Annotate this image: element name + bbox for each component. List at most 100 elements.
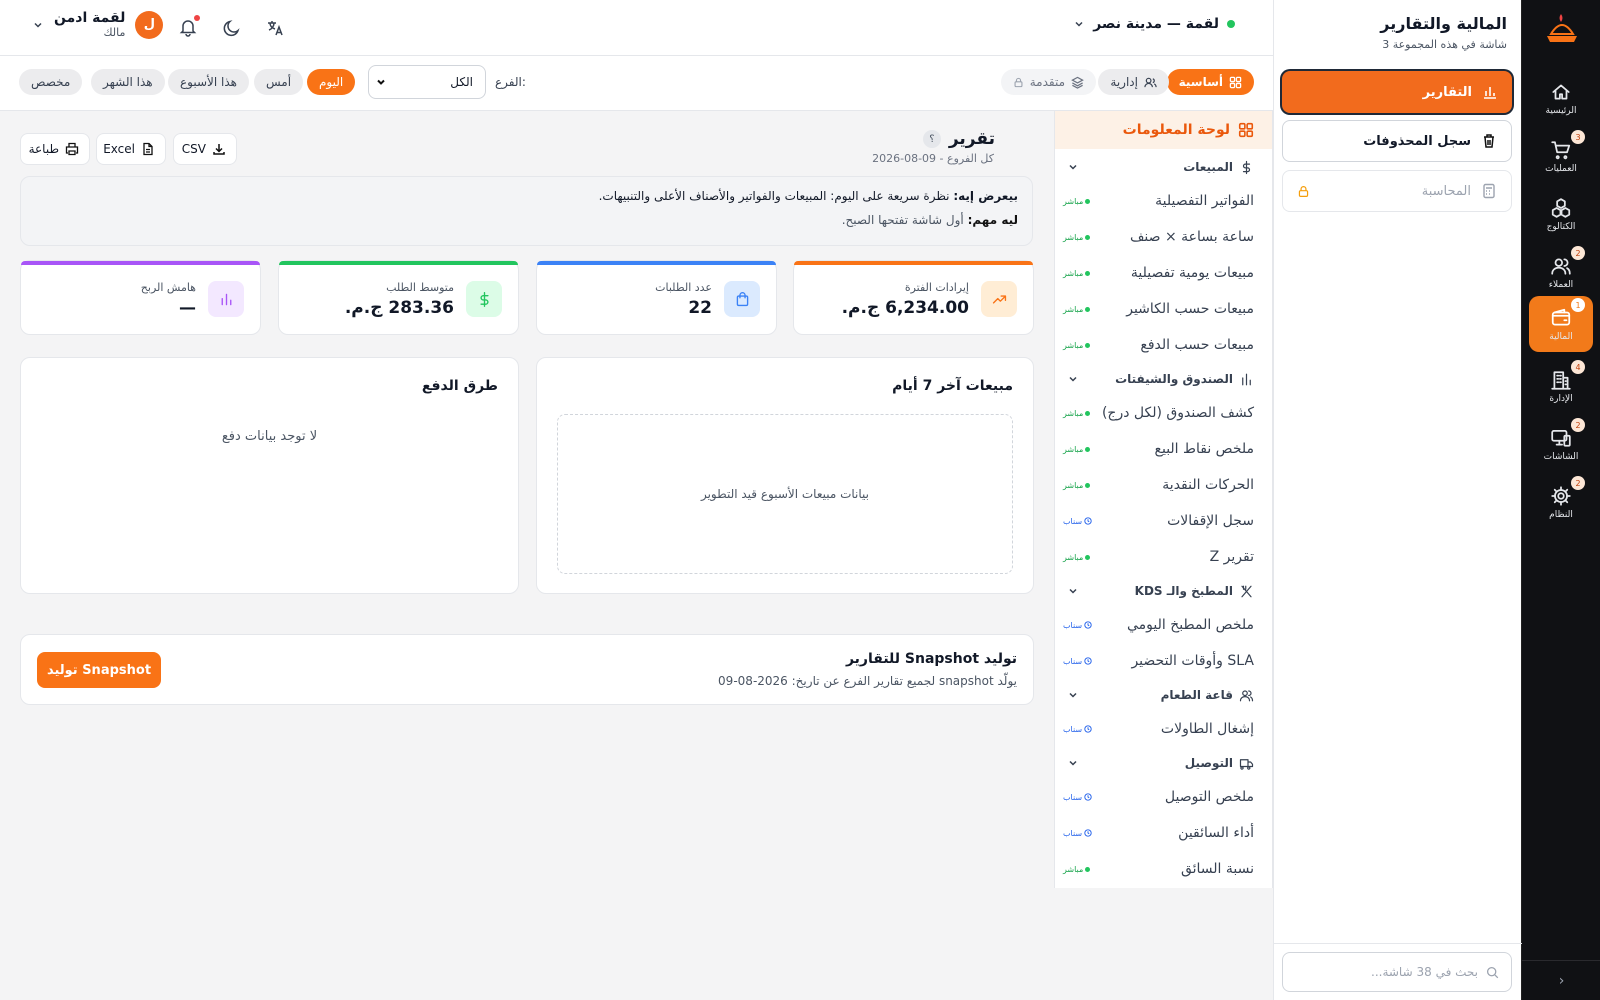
rail-item-users[interactable]: العملاء 2 — [1529, 244, 1593, 300]
period-custom[interactable]: مخصص — [19, 69, 83, 95]
count-badge: 4 — [1571, 360, 1585, 374]
theme-toggle-button[interactable] — [222, 18, 242, 38]
nav-report-item[interactable]: ملخص نقاط البيع مباشر — [1053, 431, 1272, 467]
tab-admin[interactable]: إدارية — [1098, 69, 1169, 95]
nav-report-item[interactable]: إشغال الطاولات سناب — [1053, 711, 1272, 747]
rail-item-label: العملاء — [1548, 279, 1574, 290]
users-icon — [1550, 255, 1572, 277]
top-header: لقمة — مدينة نصر لقمة ادمن مالك ل — [0, 0, 1273, 56]
report-title-row: تقرير ؟ — [922, 129, 995, 149]
nav-report-label: مبيعات حسب الدفع — [1140, 337, 1254, 353]
rail-item-gear[interactable]: النظام 2 — [1529, 474, 1593, 530]
translate-button[interactable] — [265, 18, 285, 38]
nav-report-label: أداء السائقين — [1178, 825, 1254, 841]
bag-icon — [724, 281, 760, 317]
group-title: المالية والتقارير — [1380, 14, 1507, 33]
period-yesterday[interactable]: أمس — [254, 69, 304, 95]
kpi-card: هامش الربح — — [20, 260, 261, 335]
dashboard-nav-item[interactable]: لوحة المعلومات — [1055, 111, 1272, 149]
app-logo — [1541, 8, 1583, 48]
print-label: طباعة — [28, 142, 59, 156]
file-icon — [141, 142, 155, 156]
rail-item-label: الشاشات — [1543, 451, 1579, 462]
avatar: ل — [135, 10, 164, 39]
collapse-rail-button[interactable]: › — [1522, 960, 1600, 1000]
generate-snapshot-button[interactable]: توليد Snapshot — [37, 652, 161, 688]
notifications-button[interactable] — [178, 15, 200, 37]
nav-section-title: المطبخ والـ KDS — [1134, 584, 1233, 598]
reports-button[interactable]: التقارير — [1282, 71, 1512, 113]
period-this-week[interactable]: هذا الأسبوع — [168, 69, 249, 95]
nav-section-header[interactable]: قاعة الطعام — [1053, 679, 1272, 711]
nav-report-item[interactable]: ملخص المطبخ اليومي سناب — [1053, 607, 1272, 643]
live-tag-label: مباشر — [1063, 304, 1084, 314]
layers-icon — [1071, 76, 1084, 89]
trash-icon — [1481, 133, 1497, 149]
nav-report-label: تقرير Z — [1209, 549, 1254, 565]
nav-report-item[interactable]: كشف الصندوق (لكل درج) مباشر — [1053, 395, 1272, 431]
nav-report-item[interactable]: تقرير Z مباشر — [1053, 539, 1272, 575]
nav-report-item[interactable]: الفواتير التفصيلية مباشر — [1053, 183, 1272, 219]
kpi-accent-bar — [21, 261, 260, 265]
nav-report-item[interactable]: مبيعات يومية تفصيلية مباشر — [1053, 255, 1272, 291]
tab-basic[interactable]: أساسية — [1166, 69, 1254, 95]
cart-icon — [1550, 139, 1572, 161]
nav-section-header[interactable]: المبيعات — [1053, 151, 1272, 183]
info-why-label: ليه مهم: — [967, 213, 1018, 227]
dollar-icon — [466, 281, 502, 317]
rail-item-home[interactable]: الرئيسية — [1529, 70, 1593, 126]
user-menu[interactable]: لقمة ادمن مالك ل — [32, 10, 164, 39]
nav-report-item[interactable]: مبيعات حسب الدفع مباشر — [1053, 327, 1272, 363]
nav-report-item[interactable]: نسبة السائق مباشر — [1053, 851, 1272, 887]
snapshot-tag-label: سناب — [1063, 656, 1083, 666]
weekly-sales-title: مبيعات آخر 7 أيام — [892, 378, 1013, 394]
kpi-accent-bar — [794, 261, 1033, 265]
csv-label: CSV — [181, 142, 206, 156]
snapshot-tag: سناب — [1063, 793, 1092, 802]
deleted-log-button[interactable]: سجل المحذوفات — [1282, 120, 1512, 162]
clock-icon — [1084, 829, 1092, 837]
screen-search-input[interactable]: بحث في 38 شاشة... — [1282, 952, 1512, 992]
nav-report-item[interactable]: سجل الإقفالات سناب — [1053, 503, 1272, 539]
nav-report-label: كشف الصندوق (لكل درج) — [1101, 405, 1254, 421]
export-excel-button[interactable]: Excel — [96, 133, 166, 165]
help-icon[interactable]: ؟ — [922, 130, 941, 148]
nav-report-item[interactable]: الحركات النقدية مباشر — [1053, 467, 1272, 503]
deleted-log-label: سجل المحذوفات — [1363, 133, 1471, 149]
tab-advanced[interactable]: متقدمة — [1000, 69, 1096, 95]
nav-report-item[interactable]: ساعة بساعة × صنف مباشر — [1053, 219, 1272, 255]
nav-report-item[interactable]: ملخص التوصيل سناب — [1053, 779, 1272, 815]
search-icon — [1486, 966, 1499, 979]
nav-report-item[interactable]: SLA وأوقات التحضير سناب — [1053, 643, 1272, 679]
branch-switcher[interactable]: لقمة — مدينة نصر — [1073, 16, 1235, 32]
rail-item-cubes[interactable]: الكتالوج — [1529, 186, 1593, 242]
accounting-button[interactable]: المحاسبة — [1282, 170, 1512, 212]
nav-section-header[interactable]: المطبخ والـ KDS — [1053, 575, 1272, 607]
nav-section-header[interactable]: الصندوق والشيفتات — [1053, 363, 1272, 395]
nav-section-title: المبيعات — [1183, 160, 1233, 174]
count-badge: 3 — [1571, 130, 1585, 144]
moon-icon — [222, 18, 242, 38]
count-badge: 1 — [1571, 298, 1585, 312]
branch-select[interactable]: الكل — [368, 65, 486, 99]
page-title: تقرير — [948, 129, 995, 149]
main-rail: الرئيسية العمليات 3 الكتالوج العملاء 2 المالية… — [1521, 0, 1600, 1000]
snapshot-tag: سناب — [1063, 657, 1092, 666]
snapshot-card: توليد Snapshot للتقارير يولّد snapshot ل… — [20, 634, 1034, 705]
nav-report-label: الفواتير التفصيلية — [1155, 193, 1254, 209]
rail-item-cart[interactable]: العمليات 3 — [1529, 128, 1593, 184]
rail-item-wallet[interactable]: المالية 1 — [1529, 296, 1593, 352]
rail-item-building[interactable]: الإدارة 4 — [1529, 358, 1593, 414]
kpi-accent-bar — [537, 261, 776, 265]
period-today[interactable]: اليوم — [307, 69, 356, 95]
chevron-down-icon — [1067, 161, 1079, 173]
period-this-month[interactable]: هذا الشهر — [91, 69, 165, 95]
rail-item-devices[interactable]: الشاشات 2 — [1529, 416, 1593, 472]
kpi-label: هامش الربح — [140, 281, 196, 294]
export-csv-button[interactable]: CSV — [173, 133, 237, 165]
nav-section-header[interactable]: التوصيل — [1053, 747, 1272, 779]
chevron-down-icon — [1067, 373, 1079, 385]
nav-report-item[interactable]: أداء السائقين سناب — [1053, 815, 1272, 851]
print-button[interactable]: طباعة — [20, 133, 90, 165]
nav-report-item[interactable]: مبيعات حسب الكاشير مباشر — [1053, 291, 1272, 327]
